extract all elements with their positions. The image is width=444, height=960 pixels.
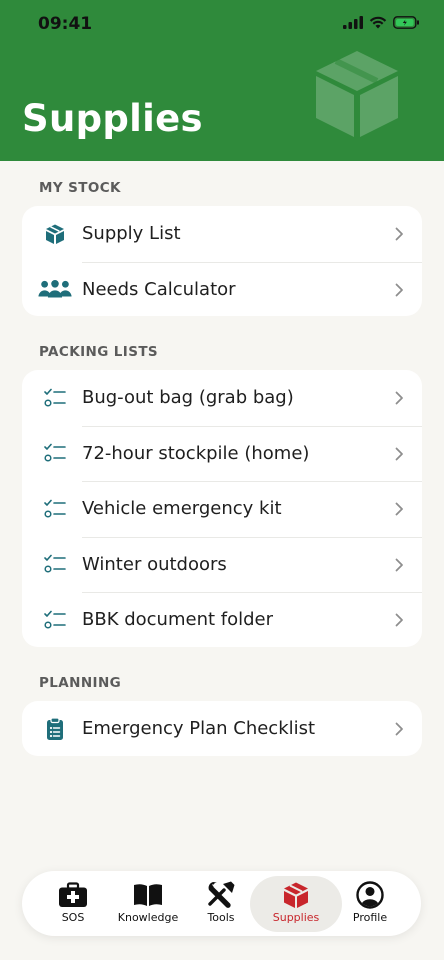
clipboard-icon [38,716,72,742]
box-icon [282,880,310,910]
list-item-label: Vehicle emergency kit [82,498,282,520]
tools-icon [206,880,236,910]
chevron-right-icon [395,447,403,460]
chevron-right-icon [395,722,403,736]
profile-icon [356,880,384,910]
battery-icon [393,16,419,29]
section-label-my-stock: MY STOCK [39,180,121,196]
tab-label: Supplies [272,911,320,924]
checklist-icon [38,440,72,466]
chevron-right-icon [395,227,403,241]
status-time: 09:41 [38,14,93,34]
list-item-needs-calculator[interactable]: Needs Calculator [22,261,422,318]
checklist-icon [38,607,72,633]
list-item-vehicle-emergency-kit[interactable]: Vehicle emergency kit [22,481,422,537]
list-item-label: 72-hour stockpile (home) [82,442,310,464]
my-stock-card: Supply List Needs Calculator [22,206,422,316]
list-item-label: Emergency Plan Checklist [82,718,316,740]
list-item-label: Needs Calculator [82,278,236,300]
box-watermark-icon [316,51,398,137]
box-icon [38,221,72,247]
section-label-packing-lists: PACKING LISTS [39,344,159,360]
list-item-winter-outdoors[interactable]: Winter outdoors [22,536,422,593]
chevron-right-icon [395,558,403,571]
first-aid-kit-icon [58,880,88,910]
tab-label: Tools [207,911,235,924]
wifi-icon [369,16,387,29]
tab-knowledge[interactable]: Knowledge [110,876,186,932]
chevron-right-icon [395,283,403,296]
book-icon [133,880,163,910]
list-item-label: Winter outdoors [82,553,227,575]
planning-card: Emergency Plan Checklist [22,701,422,756]
status-bar: 09:41 [0,0,444,48]
chevron-right-icon [395,502,403,516]
list-item-72-hour-stockpile[interactable]: 72-hour stockpile (home) [22,425,422,482]
chevron-right-icon [395,391,403,405]
list-item-label: Bug-out bag (grab bag) [82,387,294,409]
tab-profile[interactable]: Profile [340,876,400,932]
chevron-right-icon [395,613,403,627]
tab-tools[interactable]: Tools [188,876,254,932]
list-item-emergency-plan-checklist[interactable]: Emergency Plan Checklist [22,701,422,757]
checklist-icon [38,385,72,411]
tab-label: Profile [352,911,388,924]
people-icon [38,276,72,302]
tab-sos[interactable]: SOS [38,876,108,932]
tab-supplies[interactable]: Supplies [250,876,342,932]
status-icons [343,16,420,29]
list-item-supply-list[interactable]: Supply List [22,206,422,262]
tab-label: SOS [61,911,85,924]
list-item-label: BBK document folder [82,609,274,631]
checklist-icon [38,551,72,577]
checklist-icon [38,496,72,522]
section-label-planning: PLANNING [39,675,122,691]
list-item-bbk-document-folder[interactable]: BBK document folder [22,592,422,648]
page-title: Supplies [22,97,203,140]
tab-label: Knowledge [117,911,179,924]
list-item-label: Supply List [82,223,181,245]
list-item-bug-out-bag[interactable]: Bug-out bag (grab bag) [22,370,422,426]
tab-bar: SOS Knowledge Tools Supplies Profile [22,871,421,936]
header: 09:41 Supplies [0,0,444,161]
signal-icon [343,16,363,29]
packing-lists-card: Bug-out bag (grab bag) 72-hour stockpile… [22,370,422,647]
